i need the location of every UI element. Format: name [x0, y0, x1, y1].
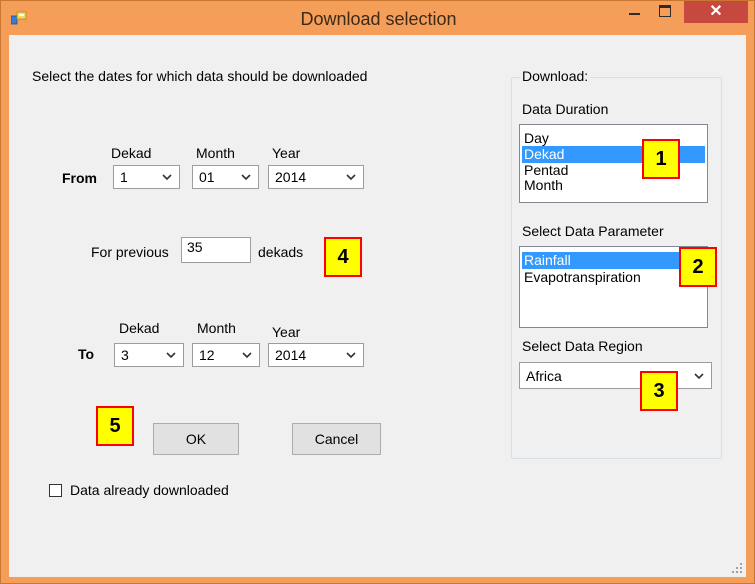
from-year-value: 2014 — [275, 169, 307, 185]
close-icon: ✕ — [709, 3, 723, 20]
download-selection-window: Download selection ✕ Select the dates fo… — [0, 0, 755, 584]
already-downloaded-checkbox[interactable] — [49, 484, 62, 497]
minimize-icon — [629, 13, 640, 15]
chevron-down-icon — [242, 352, 252, 359]
data-region-select[interactable]: Africa — [519, 362, 712, 389]
chevron-down-icon — [241, 174, 251, 181]
to-label: To — [78, 346, 95, 362]
chevron-down-icon — [162, 174, 172, 181]
chevron-down-icon — [346, 352, 356, 359]
callout-4: 4 — [324, 237, 362, 277]
minimize-button[interactable] — [620, 1, 650, 23]
chevron-down-icon — [694, 373, 704, 380]
chevron-down-icon — [346, 174, 356, 181]
instruction-text: Select the dates for which data should b… — [32, 68, 368, 84]
callout-1: 1 — [642, 139, 680, 179]
maximize-button[interactable] — [650, 1, 680, 23]
to-year-select[interactable]: 2014 — [268, 343, 364, 367]
cancel-button[interactable]: Cancel — [292, 423, 381, 455]
from-dekad-label: Dekad — [111, 145, 152, 161]
from-label: From — [62, 170, 97, 186]
data-region-label: Select Data Region — [522, 338, 643, 354]
from-dekad-select[interactable]: 1 — [113, 165, 180, 189]
to-dekad-label: Dekad — [119, 320, 160, 336]
to-month-label: Month — [197, 320, 236, 336]
from-month-label: Month — [196, 145, 235, 161]
ok-button[interactable]: OK — [153, 423, 239, 455]
data-duration-label: Data Duration — [522, 101, 609, 117]
callout-2: 2 — [679, 247, 717, 287]
dekads-label: dekads — [258, 244, 304, 260]
from-month-value: 01 — [199, 169, 215, 185]
download-group-title: Download: — [520, 68, 591, 84]
to-month-value: 12 — [199, 347, 215, 363]
list-item[interactable]: Rainfall — [522, 252, 705, 269]
title-bar[interactable]: Download selection ✕ — [1, 1, 755, 35]
for-previous-label: For previous — [91, 244, 169, 260]
from-dekad-value: 1 — [120, 169, 128, 185]
previous-count-input[interactable]: 35 — [181, 237, 251, 263]
close-button[interactable]: ✕ — [684, 1, 748, 23]
callout-3: 3 — [640, 371, 678, 411]
maximize-icon — [659, 5, 671, 17]
already-downloaded-label[interactable]: Data already downloaded — [70, 482, 229, 498]
data-parameter-label: Select Data Parameter — [522, 223, 664, 239]
to-year-value: 2014 — [275, 347, 307, 363]
region-value: Africa — [526, 368, 562, 384]
list-item[interactable]: Month — [522, 177, 705, 194]
callout-5: 5 — [96, 406, 134, 446]
to-month-select[interactable]: 12 — [192, 343, 260, 367]
from-month-select[interactable]: 01 — [192, 165, 259, 189]
chevron-down-icon — [166, 352, 176, 359]
list-item[interactable]: Evapotranspiration — [522, 269, 705, 286]
from-year-select[interactable]: 2014 — [268, 165, 364, 189]
to-dekad-value: 3 — [121, 347, 129, 363]
resize-grip-icon[interactable] — [731, 562, 743, 574]
to-dekad-select[interactable]: 3 — [114, 343, 184, 367]
from-year-label: Year — [272, 145, 301, 161]
to-year-label: Year — [272, 324, 301, 340]
dialog-body: Select the dates for which data should b… — [9, 35, 746, 577]
